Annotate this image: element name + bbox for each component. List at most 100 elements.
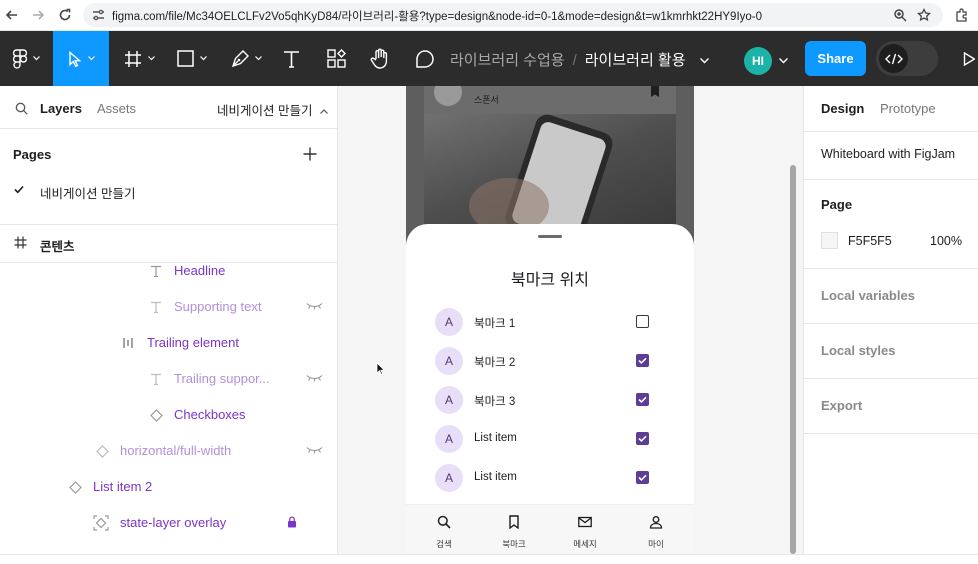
nav-item-my[interactable]: 마이	[621, 505, 691, 554]
bookmark-icon	[507, 515, 521, 529]
file-name[interactable]: 라이브러리 활용	[585, 52, 686, 69]
pages-heading: Pages	[13, 147, 52, 162]
chevron-down-icon[interactable]	[699, 58, 709, 64]
layer-row-trailing-supporting[interactable]: Trailing suppor...	[0, 361, 337, 397]
page-color-swatch[interactable]	[821, 232, 838, 249]
checkbox[interactable]	[636, 315, 649, 328]
divider	[804, 179, 978, 180]
chevron-down-icon[interactable]	[779, 58, 788, 64]
layer-label: Trailing element	[147, 335, 240, 350]
page-item[interactable]: 네비게이션 만들기	[0, 178, 337, 202]
url-text: figma.com/file/Mc34OELCLFv2Vo5qhKyD84/라이…	[112, 11, 763, 23]
comment-tool-button[interactable]	[412, 31, 438, 86]
layer-row-supporting-text[interactable]: Supporting text	[0, 289, 337, 325]
list-avatar: A	[435, 425, 463, 453]
layer-row-trailing-element[interactable]: Trailing element	[0, 325, 337, 361]
frame-tool-button[interactable]	[117, 31, 161, 86]
layer-label: List item 2	[93, 479, 153, 494]
nav-item-message[interactable]: 메세지	[550, 505, 620, 554]
page-switcher[interactable]: 네비게이션 만들기	[217, 100, 328, 119]
pen-tool-button[interactable]	[223, 31, 269, 86]
layer-row-list-item-2[interactable]: List item 2	[0, 469, 337, 505]
user-avatar[interactable]: HI	[744, 47, 772, 75]
share-button[interactable]: Share	[805, 41, 866, 76]
page-item-label: 네비게이션 만들기	[40, 187, 136, 201]
local-styles-section[interactable]: Local styles	[821, 343, 895, 358]
mail-icon	[578, 515, 592, 529]
list-item[interactable]: A 북마크 3	[406, 381, 694, 420]
export-section[interactable]: Export	[821, 398, 862, 413]
page-opacity-value[interactable]: 100%	[930, 234, 962, 248]
checkbox[interactable]	[636, 393, 649, 406]
tab-assets[interactable]: Assets	[97, 101, 136, 116]
present-play-icon[interactable]	[963, 52, 975, 66]
shape-tool-button[interactable]	[170, 31, 214, 86]
resources-button[interactable]	[323, 31, 349, 86]
nav-item-search[interactable]: 검색	[409, 505, 479, 554]
list-item[interactable]: A 북마크 1	[406, 303, 694, 342]
comment-icon	[416, 49, 434, 68]
sheet-title: 북마크 위치	[510, 272, 590, 289]
add-page-icon[interactable]	[303, 147, 317, 161]
move-tool-button[interactable]	[53, 31, 109, 86]
search-icon[interactable]	[15, 102, 28, 115]
forward-icon[interactable]	[28, 5, 48, 25]
nav-item-bookmark[interactable]: 북마크	[479, 505, 549, 554]
bookmark-filled-icon[interactable]	[650, 86, 660, 98]
zoom-icon[interactable]	[890, 5, 910, 25]
checkbox[interactable]	[636, 471, 649, 484]
eye-hidden-icon[interactable]	[306, 374, 323, 382]
lock-icon[interactable]	[287, 516, 297, 528]
list-avatar: A	[435, 347, 463, 375]
layer-row-state-layer-overlay[interactable]: state-layer overlay	[0, 505, 337, 541]
eye-hidden-icon[interactable]	[306, 446, 323, 454]
reload-icon[interactable]	[55, 5, 75, 25]
layer-row-checkboxes[interactable]: Checkboxes	[0, 397, 337, 433]
address-bar[interactable]: figma.com/file/Mc34OELCLFv2Vo5qhKyD84/라이…	[83, 3, 943, 27]
drag-handle[interactable]	[538, 235, 562, 238]
list-avatar: A	[435, 386, 463, 414]
browser-bar: figma.com/file/Mc34OELCLFv2Vo5qhKyD84/라이…	[0, 0, 978, 31]
checkbox[interactable]	[636, 432, 649, 445]
dev-mode-toggle[interactable]	[876, 41, 938, 76]
main-menu-button[interactable]	[8, 31, 44, 86]
checkbox[interactable]	[636, 354, 649, 367]
divider	[804, 323, 978, 324]
layer-row-headline[interactable]: Headline	[0, 253, 337, 289]
list-item[interactable]: A List item	[406, 459, 694, 498]
extensions-icon[interactable]	[952, 5, 972, 25]
divider	[804, 433, 978, 434]
chevron-up-icon	[320, 109, 328, 115]
eye-hidden-icon[interactable]	[306, 302, 323, 310]
pen-icon	[231, 49, 249, 67]
canvas-scrollbar[interactable]	[790, 165, 796, 554]
right-panel: Design Prototype Whiteboard with FigJam …	[803, 86, 978, 554]
tab-prototype[interactable]: Prototype	[880, 101, 936, 116]
phone-frame[interactable]: 스폰서 북마크 위치 A 북마크 1 A 북마크 2 A 북마크 3 A Lis…	[406, 86, 694, 554]
list-item[interactable]: A List item	[406, 420, 694, 459]
nav-label: 마이	[648, 539, 664, 549]
chevron-down-icon	[200, 56, 207, 61]
resources-icon	[326, 49, 346, 68]
check-icon	[638, 357, 647, 365]
tab-layers[interactable]: Layers	[40, 101, 82, 116]
bookmark-star-icon[interactable]	[914, 5, 934, 25]
layer-row-horizontal-full-width[interactable]: horizontal/full-width	[0, 433, 337, 469]
list-item[interactable]: A 북마크 2	[406, 342, 694, 381]
local-variables-section[interactable]: Local variables	[821, 288, 915, 303]
project-name[interactable]: 라이브러리 수업용	[450, 52, 565, 69]
nav-label: 북마크	[502, 539, 526, 549]
back-icon[interactable]	[2, 5, 22, 25]
search-icon	[437, 515, 451, 529]
hand-tool-button[interactable]	[367, 31, 393, 86]
site-settings-icon[interactable]	[92, 9, 105, 21]
page-color-value[interactable]: F5F5F5	[848, 234, 892, 248]
check-icon	[14, 185, 24, 194]
tab-design[interactable]: Design	[821, 101, 864, 116]
check-icon	[638, 474, 647, 482]
text-tool-button[interactable]	[278, 31, 304, 86]
file-breadcrumb[interactable]: 라이브러리 수업용 / 라이브러리 활용	[450, 49, 709, 70]
code-icon	[879, 44, 908, 73]
layer-label: Supporting text	[174, 299, 262, 314]
check-icon	[638, 435, 647, 443]
